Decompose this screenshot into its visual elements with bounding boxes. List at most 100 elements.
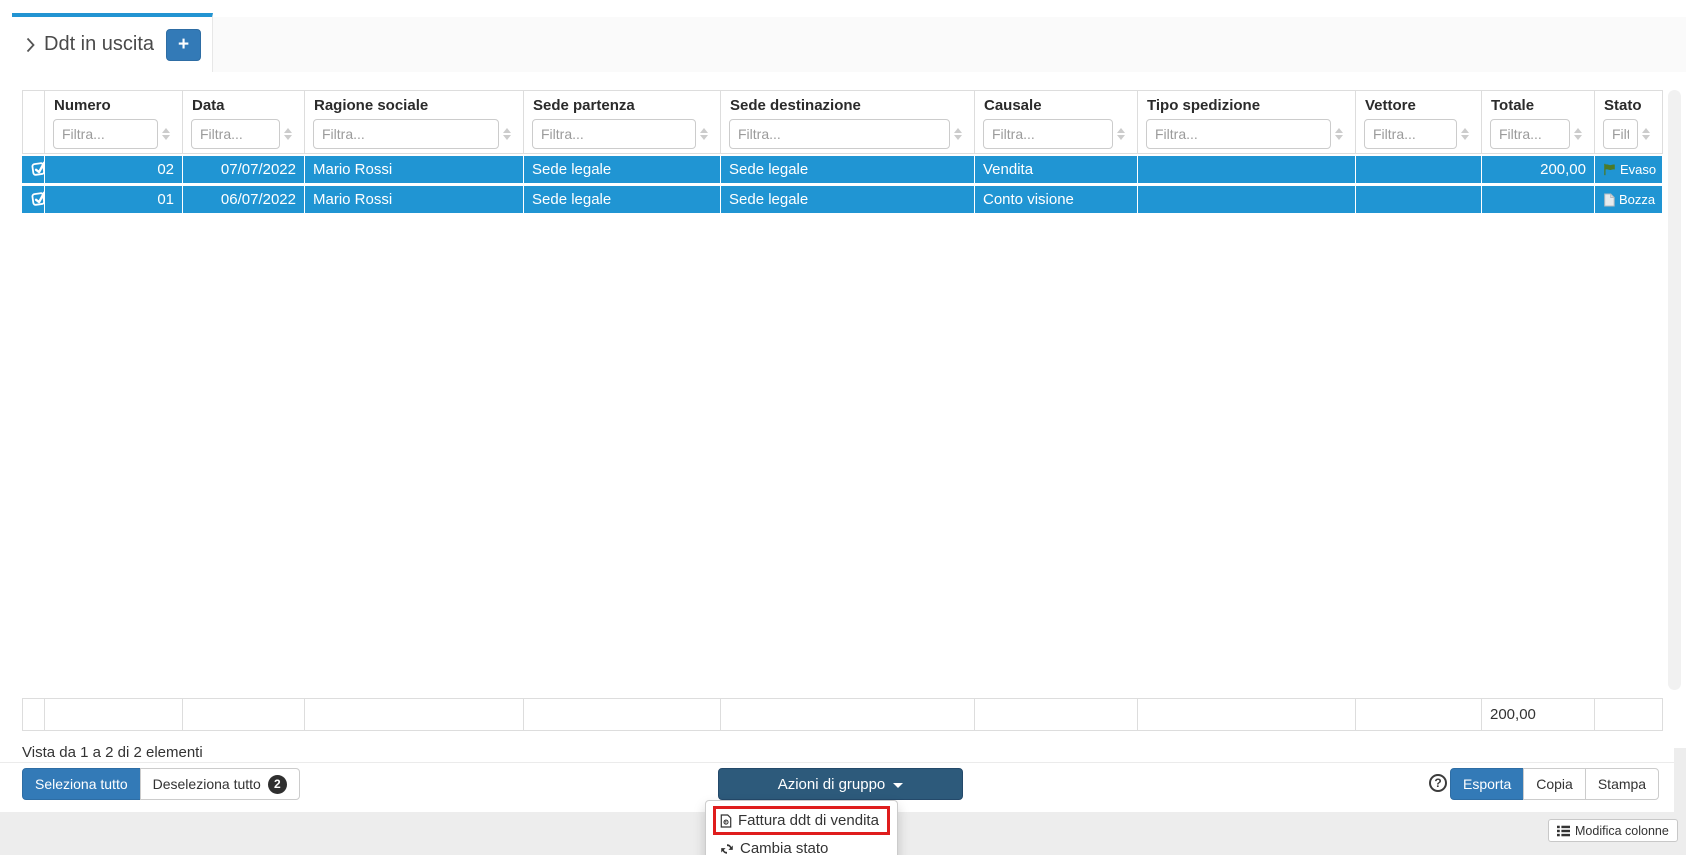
sort-icon[interactable]	[1642, 128, 1650, 140]
cell-data: 07/07/2022	[183, 154, 305, 184]
column-label: Ragione sociale	[305, 97, 523, 119]
column-ragione-sociale: Ragione sociale	[305, 90, 524, 154]
sort-icon[interactable]	[1574, 128, 1582, 140]
cell-causale: Conto visione	[975, 184, 1138, 214]
filter-totale-input[interactable]	[1490, 119, 1570, 149]
pagination-info: Vista da 1 a 2 di 2 elementi	[22, 744, 203, 761]
cell-causale: Vendita	[975, 154, 1138, 184]
check-square-icon	[30, 189, 45, 207]
status-badge: Bozza	[1619, 192, 1655, 207]
column-causale: Causale	[975, 90, 1138, 154]
modify-columns-button[interactable]: Modifica colonne	[1548, 819, 1678, 842]
table-row[interactable]: 01 06/07/2022 Mario Rossi Sede legale Se…	[22, 184, 1663, 214]
cell-data: 06/07/2022	[183, 184, 305, 214]
cell-numero: 02	[45, 154, 183, 184]
row-selected-checkbox[interactable]	[22, 184, 45, 214]
footer-cell	[1356, 698, 1482, 731]
cell-ragione-sociale: Mario Rossi	[305, 184, 524, 214]
page-title: Ddt in uscita	[44, 33, 154, 56]
footer-cell	[45, 698, 183, 731]
footer-cell	[721, 698, 975, 731]
filter-sede-partenza-input[interactable]	[532, 119, 696, 149]
print-button[interactable]: Stampa	[1585, 768, 1659, 800]
menu-item-label: Cambia stato	[740, 840, 828, 855]
cell-sede-destinazione: Sede legale	[721, 154, 975, 184]
tab-ddt-in-uscita[interactable]: Ddt in uscita +	[12, 13, 213, 72]
green-flag-icon	[1603, 163, 1616, 176]
column-numero: Numero	[45, 90, 183, 154]
filter-tipo-spedizione-input[interactable]	[1146, 119, 1331, 149]
filter-causale-input[interactable]	[983, 119, 1113, 149]
filter-vettore-input[interactable]	[1364, 119, 1457, 149]
export-button-group: Esporta Copia Stampa	[1450, 768, 1659, 800]
column-totale: Totale	[1482, 90, 1595, 154]
cell-tipo-spedizione	[1138, 154, 1356, 184]
copy-button[interactable]: Copia	[1523, 768, 1586, 800]
column-data: Data	[183, 90, 305, 154]
row-selected-checkbox[interactable]	[22, 154, 45, 184]
group-actions-button[interactable]: Azioni di gruppo	[718, 768, 963, 800]
check-square-icon	[30, 159, 45, 177]
table-footer-row: 200,00	[22, 698, 1663, 731]
footer-cell	[22, 698, 45, 731]
menu-item-fattura-ddt[interactable]: Fattura ddt di vendita	[716, 809, 887, 832]
cell-totale	[1482, 184, 1595, 214]
chevron-right-icon	[26, 37, 35, 53]
group-actions-menu: Fattura ddt di vendita Cambia stato	[705, 800, 898, 855]
footer-totale: 200,00	[1482, 698, 1595, 731]
column-label: Tipo spedizione	[1138, 97, 1355, 119]
deselect-all-button[interactable]: Deseleziona tutto 2	[140, 768, 300, 800]
filter-numero-input[interactable]	[53, 119, 158, 149]
table-scrollbar[interactable]	[1668, 90, 1681, 690]
cell-numero: 01	[45, 184, 183, 214]
sort-icon[interactable]	[284, 128, 292, 140]
footer-cell	[305, 698, 524, 731]
footer-cell	[1138, 698, 1356, 731]
column-label: Sede destinazione	[721, 97, 974, 119]
sort-icon[interactable]	[1335, 128, 1343, 140]
cell-tipo-spedizione	[1138, 184, 1356, 214]
footer-cell	[975, 698, 1138, 731]
filter-ragione-sociale-input[interactable]	[313, 119, 499, 149]
column-tipo-spedizione: Tipo spedizione	[1138, 90, 1356, 154]
app-screen: Ddt in uscita + Numero Data	[0, 0, 1686, 855]
sort-icon[interactable]	[162, 128, 170, 140]
sort-icon[interactable]	[1117, 128, 1125, 140]
sort-icon[interactable]	[1461, 128, 1469, 140]
add-ddt-button[interactable]: +	[166, 29, 201, 61]
refresh-icon	[720, 842, 734, 855]
column-label: Data	[183, 97, 304, 119]
filter-sede-destinazione-input[interactable]	[729, 119, 950, 149]
column-vettore: Vettore	[1356, 90, 1482, 154]
selected-count-badge: 2	[268, 775, 287, 794]
footer-cell	[183, 698, 305, 731]
deselect-all-label: Deseleziona tutto	[153, 776, 261, 792]
selection-button-group: Seleziona tutto Deseleziona tutto 2	[22, 768, 300, 800]
footer-cell	[1595, 698, 1663, 731]
ddt-table: Numero Data Ragione sociale Sede partenz…	[22, 90, 1663, 214]
cell-totale: 200,00	[1482, 154, 1595, 184]
cell-stato: Bozza	[1595, 184, 1663, 214]
help-icon[interactable]: ?	[1429, 774, 1447, 792]
annotation-highlight-box: Fattura ddt di vendita	[713, 806, 890, 835]
select-all-button[interactable]: Seleziona tutto	[22, 768, 141, 800]
sort-icon[interactable]	[503, 128, 511, 140]
columns-list-icon	[1557, 825, 1570, 837]
table-row[interactable]: 02 07/07/2022 Mario Rossi Sede legale Se…	[22, 154, 1663, 184]
divider	[0, 762, 1674, 763]
cell-sede-partenza: Sede legale	[524, 184, 721, 214]
filter-data-input[interactable]	[191, 119, 280, 149]
column-label: Numero	[45, 97, 182, 119]
export-button[interactable]: Esporta	[1450, 768, 1524, 800]
menu-item-cambia-stato[interactable]: Cambia stato	[706, 837, 897, 855]
tab-bar	[213, 17, 1686, 72]
filter-stato-input[interactable]	[1603, 119, 1638, 149]
page-background-edge	[1674, 748, 1686, 812]
cell-stato: Evaso	[1595, 154, 1663, 184]
cell-vettore	[1356, 154, 1482, 184]
column-label: Stato	[1595, 97, 1662, 119]
sort-icon[interactable]	[954, 128, 962, 140]
column-sede-partenza: Sede partenza	[524, 90, 721, 154]
sort-icon[interactable]	[700, 128, 708, 140]
invoice-file-icon	[720, 814, 732, 828]
